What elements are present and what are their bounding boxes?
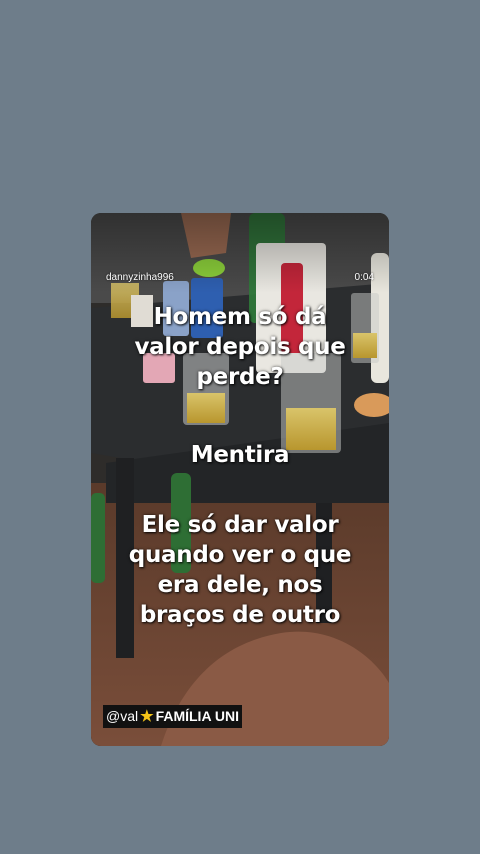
caption-line: quando ver o que — [128, 542, 352, 568]
caption-line: Homem só dá — [153, 304, 327, 330]
caption-line: Ele só dar valor — [141, 512, 339, 538]
caption-line: perde? — [196, 364, 284, 390]
caption-line: valor depois que — [134, 334, 346, 360]
caption-line: braços de outro — [139, 602, 341, 628]
star-icon: ★ — [140, 708, 154, 725]
story-timestamp: 0:04 — [354, 272, 374, 283]
story-card[interactable]: dannyzinha996 0:04 Homem só dá valor dep… — [91, 213, 389, 746]
caption-explanation: Ele só dar valor quando ver o que era de… — [91, 510, 389, 630]
mention-group-name: FAMÍLIA UNI — [155, 708, 240, 724]
caption-line: era dele, nos — [157, 572, 323, 598]
story-username[interactable]: dannyzinha996 — [106, 272, 174, 283]
mention-tag[interactable]: @val ★ FAMÍLIA UNI — [103, 705, 243, 728]
caption-question: Homem só dá valor depois que perde? — [91, 302, 389, 392]
caption-line: Mentira — [190, 442, 290, 468]
caption-answer: Mentira — [91, 440, 389, 470]
mention-handle: @val — [106, 708, 139, 724]
